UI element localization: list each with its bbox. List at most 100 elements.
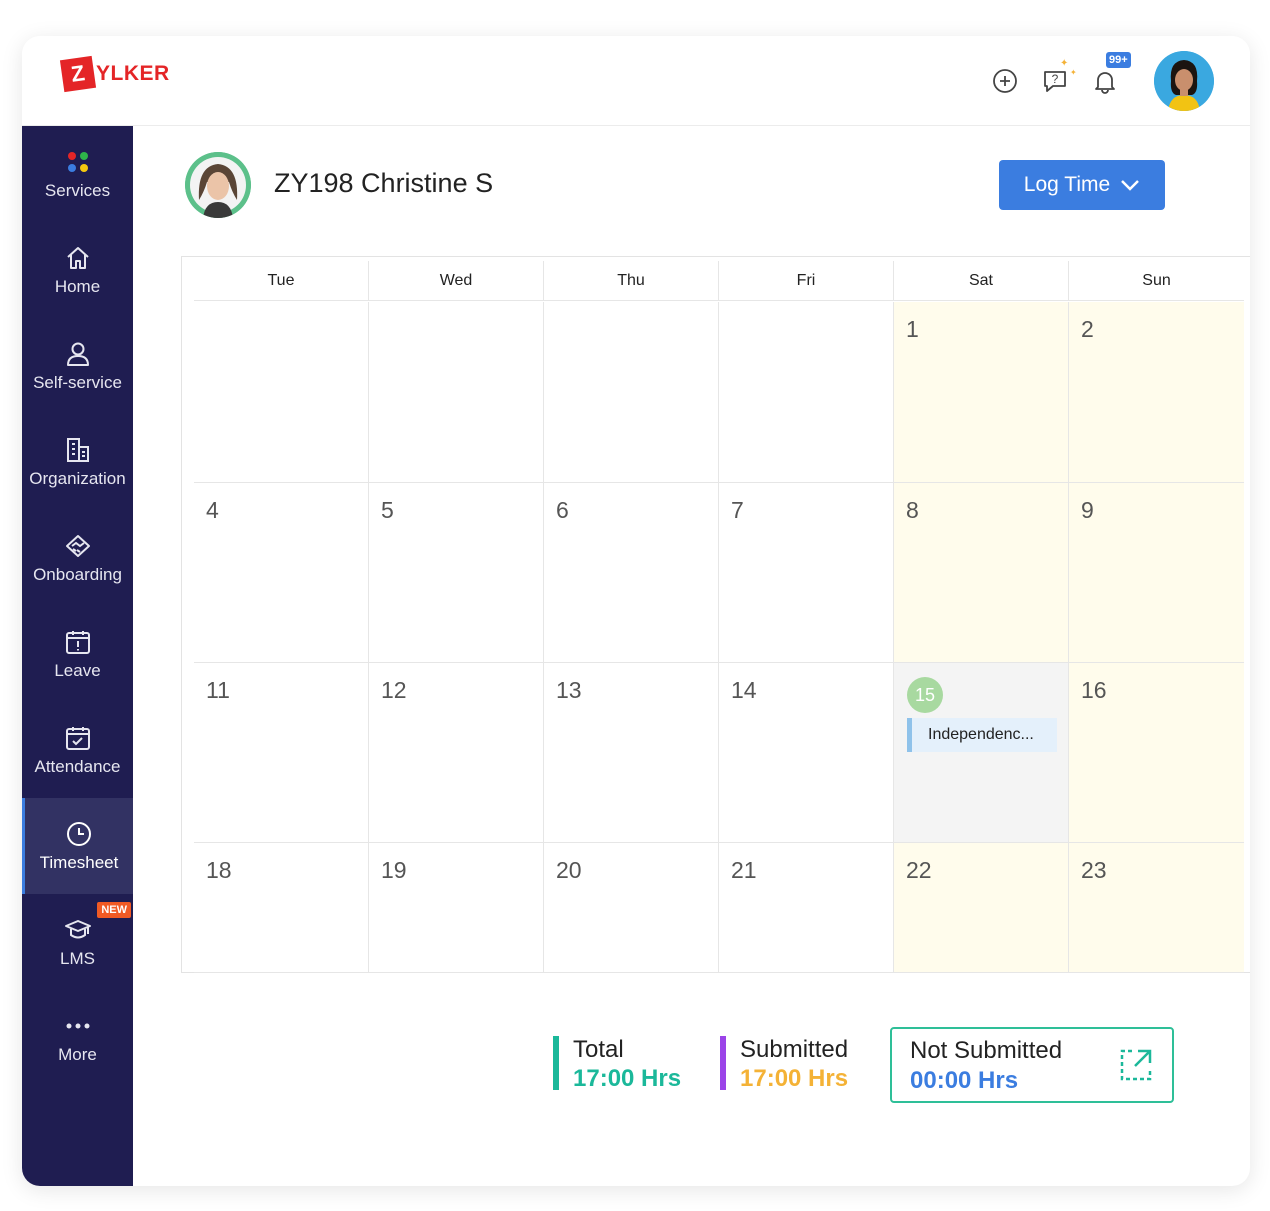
calendar-day-cell[interactable]: 2	[1069, 302, 1244, 483]
clock-icon	[64, 819, 94, 849]
graduation-cap-icon	[63, 915, 93, 945]
employee-name: ZY198 Christine S	[274, 168, 494, 198]
submitted-indicator	[720, 1036, 726, 1090]
calendar-week: 11 12 13 14 15 Independenc... 16	[194, 663, 1244, 843]
sidebar-item-more[interactable]: More	[22, 990, 133, 1086]
notification-badge: 99+	[1106, 52, 1131, 68]
logo-text: YLKER	[96, 62, 170, 85]
calendar-day-cell[interactable]: 1	[894, 302, 1069, 483]
help-chat-icon[interactable]: ? ✦ ✦	[1040, 58, 1077, 96]
calendar-day-cell[interactable]	[719, 302, 894, 483]
weekday-label: Tue	[194, 261, 369, 301]
day-number: 14	[731, 677, 757, 703]
sidebar-item-label: Self-service	[33, 373, 122, 392]
sidebar-item-timesheet[interactable]: Timesheet	[22, 798, 133, 894]
header-actions: ? ✦ ✦ 99+	[970, 46, 1214, 116]
day-number: 21	[731, 857, 757, 883]
log-time-button[interactable]: Log Time	[999, 160, 1165, 210]
calendar-day-cell-today[interactable]: 15 Independenc...	[894, 663, 1069, 843]
calendar-day-cell[interactable]: 12	[369, 663, 544, 843]
not-submitted-value: 00:00 Hrs	[910, 1067, 1019, 1094]
calendar-day-cell[interactable]: 19	[369, 843, 544, 973]
log-time-label: Log Time	[1023, 173, 1111, 196]
weekday-label: Thu	[544, 261, 719, 301]
calendar-day-cell[interactable]: 5	[369, 483, 544, 663]
day-number: 8	[906, 497, 919, 523]
logo-mark: Z	[59, 55, 97, 93]
sidebar-nav: Services Home Self-service Organization …	[22, 126, 133, 1186]
calendar-day-cell[interactable]: 16	[1069, 663, 1244, 843]
submitted-value: 17:00 Hrs	[740, 1065, 849, 1092]
bell-icon[interactable]: 99+	[1090, 52, 1131, 96]
external-link-icon[interactable]	[1118, 1047, 1154, 1083]
chevron-down-icon	[1121, 180, 1140, 191]
sparkle-icon: ✦	[1060, 58, 1069, 69]
submitted-label: Submitted	[740, 1036, 849, 1063]
sidebar-item-label: Home	[54, 277, 101, 296]
sidebar-item-self-service[interactable]: Self-service	[22, 318, 133, 414]
calendar-week: 18 19 20 21 22 23	[194, 843, 1244, 973]
calendar-day-cell[interactable]	[544, 302, 719, 483]
day-number: 13	[556, 677, 582, 703]
sidebar-item-label: LMS	[60, 949, 95, 968]
calendar-day-cell[interactable]	[194, 302, 369, 483]
app-window: Z YLKER ? ✦ ✦ 99+ Services Home Self-ser…	[22, 36, 1250, 1186]
sidebar-item-onboarding[interactable]: Onboarding	[22, 510, 133, 606]
calendar-week: 1 2	[194, 302, 1244, 483]
calendar-day-cell[interactable]: 23	[1069, 843, 1244, 973]
calendar-day-cell[interactable]: 9	[1069, 483, 1244, 663]
day-number: 23	[1081, 857, 1107, 883]
home-icon	[63, 243, 93, 273]
not-submitted-label: Not Submitted	[910, 1037, 1063, 1064]
today-day-number: 15	[907, 677, 943, 713]
sidebar-item-organization[interactable]: Organization	[22, 414, 133, 510]
sidebar-item-label: Organization	[29, 469, 126, 488]
sidebar-item-leave[interactable]: Leave	[22, 606, 133, 702]
day-number: 19	[381, 857, 407, 883]
day-number: 9	[1081, 497, 1094, 523]
total-value: 17:00 Hrs	[573, 1065, 682, 1092]
zylker-logo[interactable]: Z YLKER	[59, 55, 170, 93]
day-number: 5	[381, 497, 394, 523]
calendar-day-cell[interactable]: 6	[544, 483, 719, 663]
calendar-day-cell[interactable]	[369, 302, 544, 483]
summary-submitted: Submitted 17:00 Hrs	[720, 1028, 870, 1102]
calendar-day-cell[interactable]: 14	[719, 663, 894, 843]
day-number: 22	[906, 857, 932, 883]
building-icon	[63, 435, 93, 465]
calendar-day-cell[interactable]: 8	[894, 483, 1069, 663]
day-number: 7	[731, 497, 744, 523]
calendar-day-cell[interactable]: 11	[194, 663, 369, 843]
calendar-day-cell[interactable]: 4	[194, 483, 369, 663]
day-number: 11	[206, 677, 230, 703]
calendar-check-icon	[63, 723, 93, 753]
weekday-label: Fri	[719, 261, 894, 301]
calendar-day-cell[interactable]: 7	[719, 483, 894, 663]
user-avatar[interactable]	[1154, 51, 1214, 111]
summary-total: Total 17:00 Hrs	[553, 1028, 703, 1102]
holiday-event[interactable]: Independenc...	[907, 718, 1057, 752]
calendar-day-cell[interactable]: 13	[544, 663, 719, 843]
calendar-leave-icon	[63, 627, 93, 657]
summary-not-submitted[interactable]: Not Submitted 00:00 Hrs	[890, 1027, 1174, 1103]
calendar-day-cell[interactable]: 20	[544, 843, 719, 973]
employee-avatar	[185, 152, 251, 218]
svg-text:?: ?	[1052, 72, 1059, 86]
sidebar-item-services[interactable]: Services	[22, 126, 133, 222]
sidebar-item-home[interactable]: Home	[22, 222, 133, 318]
sparkle-icon: ✦	[1070, 68, 1077, 77]
timesheet-calendar: Tue Wed Thu Fri Sat Sun 1 2 4 5 6 7 8 9 …	[181, 256, 1250, 973]
day-number: 20	[556, 857, 582, 883]
calendar-day-cell[interactable]: 21	[719, 843, 894, 973]
sidebar-item-lms[interactable]: NEW LMS	[22, 894, 133, 990]
weekday-label: Sun	[1069, 261, 1244, 301]
add-circle-icon[interactable]	[990, 66, 1020, 96]
day-number: 18	[206, 857, 232, 883]
calendar-day-cell[interactable]: 22	[894, 843, 1069, 973]
day-number: 1	[906, 316, 919, 342]
calendar-day-cell[interactable]: 18	[194, 843, 369, 973]
sidebar-item-attendance[interactable]: Attendance	[22, 702, 133, 798]
day-number: 16	[1081, 677, 1107, 703]
day-number: 6	[556, 497, 569, 523]
day-number: 2	[1081, 316, 1094, 342]
